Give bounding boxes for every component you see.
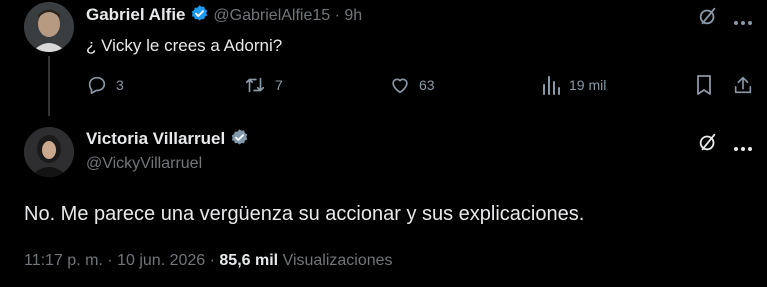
like-button[interactable]: 63 (389, 74, 435, 96)
more-options-icon[interactable] (733, 13, 753, 31)
share-icon[interactable] (732, 74, 754, 101)
analytics-icon (541, 74, 561, 96)
retweet-button[interactable]: 7 (243, 74, 283, 96)
reply-button[interactable]: 3 (86, 74, 124, 96)
more-options-icon[interactable] (733, 139, 753, 157)
author-name[interactable]: Gabriel Alfie (86, 5, 186, 24)
author-name[interactable]: Victoria Villarruel (86, 129, 225, 148)
views-label: Visualizaciones (282, 252, 393, 269)
reply-tweet-header: Gabriel Alfie @GabrielAlfie15 · 9h (86, 4, 362, 25)
reply-tweet-text: ¿ Vicky le crees a Adorni? (86, 36, 283, 55)
main-tweet-author: Victoria Villarruel (86, 128, 249, 149)
separator-dot: · (209, 252, 215, 269)
author-handle[interactable]: @VickyVillarruel (86, 155, 202, 173)
bookmark-icon[interactable] (694, 74, 714, 101)
grok-icon[interactable] (697, 131, 719, 158)
reply-icon (86, 74, 108, 96)
retweet-count: 7 (275, 77, 283, 93)
grok-icon[interactable] (697, 5, 719, 32)
separator-dot: · (334, 7, 340, 24)
reply-count: 3 (116, 77, 124, 93)
tweet-time[interactable]: 9h (344, 7, 362, 24)
views-button[interactable]: 19 mil (541, 74, 606, 96)
thread-connector-line (48, 56, 50, 116)
views-count: 19 mil (569, 77, 607, 93)
verified-gray-badge-icon (230, 128, 249, 147)
verified-badge-icon (190, 4, 209, 23)
avatar-victoria[interactable] (24, 127, 74, 177)
tweet-metadata: 11:17 p. m. · 10 jun. 2026 · 85,6 mil Vi… (24, 252, 393, 270)
separator-dot: · (107, 252, 113, 269)
avatar-gabriel[interactable] (24, 2, 74, 52)
author-handle[interactable]: @GabrielAlfie15 (213, 7, 330, 24)
main-tweet-text: No. Me parece una vergüenza su accionar … (24, 203, 585, 225)
tweet-date[interactable]: 10 jun. 2026 (117, 252, 205, 269)
like-count: 63 (419, 77, 435, 93)
tweet-time[interactable]: 11:17 p. m. (24, 252, 103, 269)
views-count: 85,6 mil (219, 252, 279, 269)
heart-icon (389, 74, 411, 96)
retweet-icon (243, 74, 267, 96)
